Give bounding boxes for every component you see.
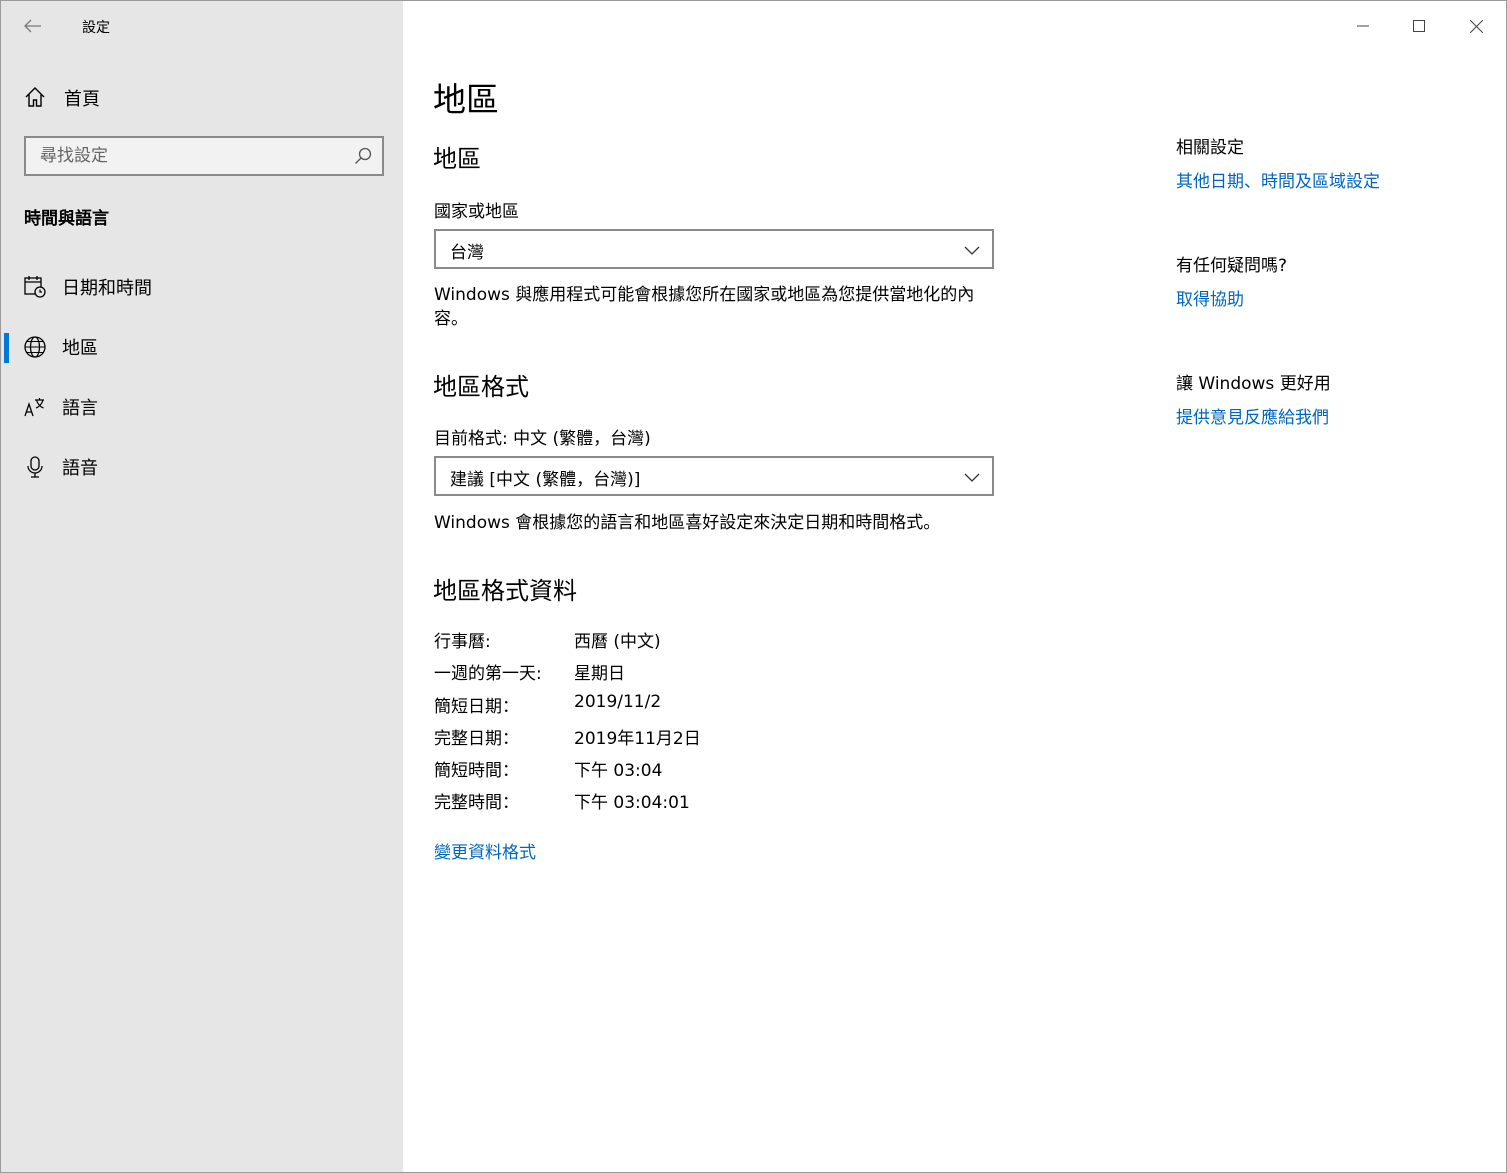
format-description: Windows 會根據您的語言和地區喜好設定來決定日期和時間格式。 [434, 513, 941, 533]
change-format-link[interactable]: 變更資料格式 [434, 838, 536, 863]
format-dropdown[interactable]: 建議 [中文 (繁體，台灣)] [434, 456, 994, 496]
app-title: 設定 [82, 20, 110, 36]
format-key: 完整時間： [434, 793, 519, 813]
format-value: 建議 [中文 (繁體，台灣)] [450, 470, 641, 490]
format-data-heading: 地區格式資料 [433, 577, 577, 605]
region-description: Windows 與應用程式可能會根據您所在國家或地區為您提供當地化的內容。 [434, 285, 975, 329]
format-value: 2019/11/2 [574, 692, 662, 712]
format-key: 一週的第一天: [434, 664, 542, 684]
format-key: 行事曆: [434, 632, 491, 652]
title-bar: 設定 [1, 1, 403, 51]
page-title: 地區 [433, 80, 499, 119]
format-value: 2019年11月2日 [574, 729, 701, 749]
feedback-heading: 讓 Windows 更好用 [1176, 374, 1331, 394]
format-heading: 地區格式 [433, 373, 529, 401]
give-feedback-link[interactable]: 提供意見反應給我們 [1176, 403, 1329, 428]
region-heading: 地區 [433, 145, 481, 173]
sidebar-item-region[interactable]: 地區 [1, 321, 403, 373]
settings-window: 設定 首頁 時間與語言 日期和時間 [0, 0, 1507, 1173]
get-help-link[interactable]: 取得協助 [1176, 285, 1244, 310]
microphone-icon [27, 456, 43, 478]
calendar-clock-icon [24, 276, 46, 298]
minimize-icon [1357, 25, 1369, 27]
maximize-icon [1413, 20, 1425, 32]
chevron-down-icon [964, 246, 980, 255]
minimize-button[interactable] [1340, 5, 1386, 47]
home-icon [25, 87, 45, 107]
sidebar-item-label: 地區 [62, 338, 98, 359]
chevron-down-icon [964, 473, 980, 482]
maximize-button[interactable] [1396, 5, 1442, 47]
country-value: 台灣 [450, 243, 484, 263]
sidebar-item-date-time[interactable]: 日期和時間 [1, 261, 403, 313]
language-icon [24, 398, 44, 417]
sidebar-item-label: 語音 [62, 458, 98, 479]
sidebar-item-speech[interactable]: 語音 [1, 441, 403, 493]
search-box[interactable] [24, 136, 384, 176]
format-value: 下午 03:04:01 [574, 793, 690, 813]
current-format-label: 目前格式: 中文 (繁體，台灣) [434, 429, 651, 449]
country-label: 國家或地區 [434, 202, 519, 222]
format-value: 西曆 (中文) [574, 632, 661, 652]
format-value: 下午 03:04 [574, 761, 663, 781]
additional-date-time-link[interactable]: 其他日期、時間及區域設定 [1176, 167, 1380, 192]
section-heading: 時間與語言 [24, 209, 109, 229]
globe-icon [24, 336, 46, 358]
close-button[interactable] [1453, 5, 1499, 47]
related-settings-heading: 相關設定 [1176, 138, 1244, 158]
format-key: 完整日期： [434, 729, 519, 749]
sidebar-item-label: 日期和時間 [62, 278, 152, 299]
search-icon[interactable] [354, 147, 372, 165]
close-icon [1469, 19, 1483, 33]
sidebar-item-label: 語言 [62, 398, 98, 419]
country-dropdown[interactable]: 台灣 [434, 229, 994, 269]
back-arrow-icon [24, 19, 41, 33]
home-label: 首頁 [64, 89, 100, 110]
sidebar: 設定 首頁 時間與語言 日期和時間 [1, 1, 403, 1172]
back-button[interactable] [15, 9, 51, 43]
format-key: 簡短日期： [434, 697, 519, 717]
selection-indicator [4, 333, 9, 363]
search-input[interactable] [40, 144, 340, 168]
sidebar-item-language[interactable]: 語言 [1, 381, 403, 433]
sidebar-item-home[interactable]: 首頁 [1, 75, 403, 119]
format-key: 簡短時間： [434, 761, 519, 781]
format-value: 星期日 [574, 664, 625, 684]
help-heading: 有任何疑問嗎? [1176, 256, 1288, 276]
